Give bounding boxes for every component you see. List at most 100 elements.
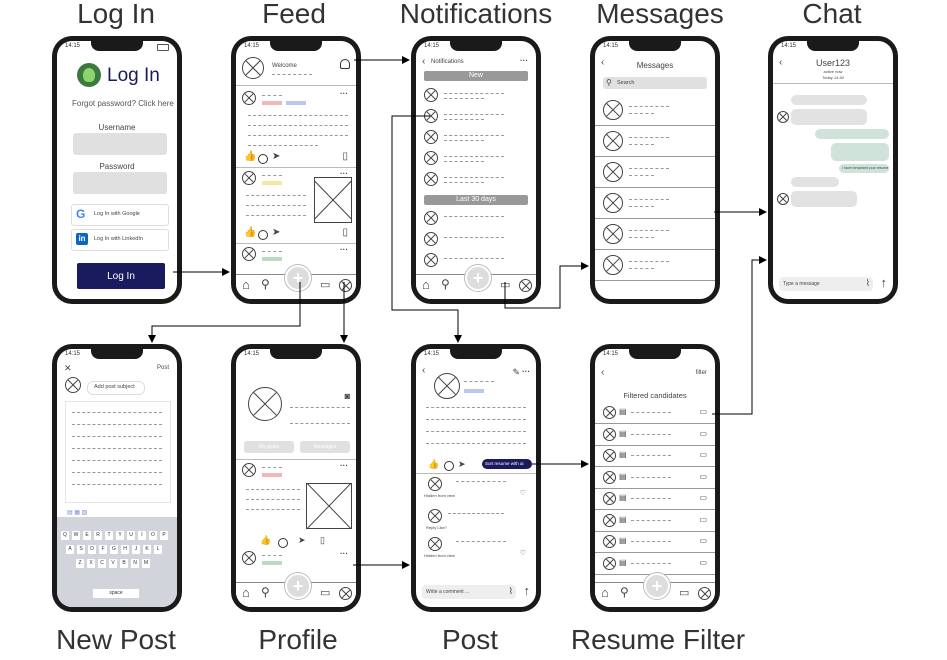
key-e[interactable]: E [83, 531, 91, 540]
candidate-row[interactable]: ▤ ▭ [595, 489, 715, 510]
candidate-row[interactable]: ▤ ▭ [595, 446, 715, 467]
more-icon[interactable]: ··· [340, 245, 348, 254]
login-button[interactable]: Log In [77, 263, 165, 289]
my-posts-button[interactable]: My posts [244, 441, 294, 453]
key-i[interactable]: I [138, 531, 146, 540]
message-candidate-icon[interactable]: ▭ [699, 493, 707, 502]
message-candidate-icon[interactable]: ▭ [699, 536, 707, 545]
key-t[interactable]: T [105, 531, 113, 540]
chat-icon[interactable]: ▭ [500, 278, 510, 291]
search-icon[interactable]: ⚲ [620, 585, 629, 599]
more-icon[interactable]: ··· [522, 367, 530, 376]
candidate-row[interactable]: ▤ ▭ [595, 425, 715, 446]
message-row[interactable] [595, 250, 715, 281]
profile-icon[interactable] [698, 587, 711, 600]
post-body-textarea[interactable] [65, 401, 171, 503]
google-login-button[interactable]: G Log In with Google [71, 204, 169, 226]
key-f[interactable]: F [99, 545, 107, 554]
attach-icon[interactable]: ⌇ [509, 586, 513, 597]
share-icon[interactable]: ➤ [298, 535, 306, 546]
message-input[interactable]: Type a message ⌇ [779, 277, 873, 291]
candidate-row[interactable]: ▤ ▭ [595, 532, 715, 553]
back-icon[interactable]: ‹ [422, 365, 425, 376]
resume-icon[interactable]: ▤ [619, 515, 627, 524]
key-u[interactable]: U [127, 531, 135, 540]
key-a[interactable]: A [66, 545, 74, 554]
profile-icon[interactable] [519, 279, 532, 292]
sort-resume-button[interactable]: Sort resume with ai [482, 459, 532, 469]
key-z[interactable]: Z [76, 559, 84, 568]
messages-button[interactable]: Messages [300, 441, 350, 453]
key-j[interactable]: J [132, 545, 140, 554]
comment-input[interactable]: Write a comment ... ⌇ [422, 585, 516, 599]
resume-icon[interactable]: ▤ [619, 536, 627, 545]
attach-icon[interactable]: ⌇ [866, 278, 870, 289]
linkedin-login-button[interactable]: in Log In with LinkedIn [71, 229, 169, 251]
key-w[interactable]: W [72, 531, 80, 540]
key-d[interactable]: D [88, 545, 96, 554]
comment-icon[interactable] [258, 230, 268, 240]
message-row[interactable] [595, 219, 715, 250]
key-n[interactable]: N [131, 559, 139, 568]
space-key[interactable]: space [93, 589, 139, 598]
more-icon[interactable]: ··· [340, 461, 348, 470]
message-row[interactable] [595, 126, 715, 157]
home-icon[interactable]: ⌂ [242, 277, 250, 292]
add-post-button[interactable] [465, 265, 491, 291]
key-s[interactable]: S [77, 545, 85, 554]
home-icon[interactable]: ⌂ [601, 585, 609, 600]
message-candidate-icon[interactable]: ▭ [699, 429, 707, 438]
send-icon[interactable]: ↑ [524, 583, 531, 598]
add-post-button[interactable] [285, 265, 311, 291]
key-o[interactable]: O [149, 531, 157, 540]
heart-icon[interactable]: ♡ [520, 489, 526, 497]
bell-icon[interactable] [340, 59, 350, 69]
add-post-button[interactable] [644, 573, 670, 599]
bookmark-icon[interactable]: ▯ [342, 227, 348, 238]
message-row[interactable] [595, 157, 715, 188]
send-icon[interactable]: ↑ [881, 275, 888, 290]
key-x[interactable]: X [87, 559, 95, 568]
like-icon[interactable]: 👍 [244, 151, 256, 162]
more-icon[interactable]: ··· [340, 89, 348, 98]
profile-avatar[interactable] [248, 387, 282, 421]
key-y[interactable]: Y [116, 531, 124, 540]
key-b[interactable]: B [120, 559, 128, 568]
key-r[interactable]: R [94, 531, 102, 540]
key-p[interactable]: P [160, 531, 168, 540]
bookmark-icon[interactable]: ▯ [342, 151, 348, 162]
user-avatar[interactable] [242, 57, 264, 79]
message-candidate-icon[interactable]: ▭ [699, 558, 707, 567]
bookmark-icon[interactable]: ▯ [320, 535, 325, 546]
share-icon[interactable]: ➤ [272, 151, 280, 162]
key-h[interactable]: H [121, 545, 129, 554]
heart-icon[interactable]: ♡ [520, 549, 526, 557]
like-icon[interactable]: 👍 [244, 227, 256, 238]
username-field[interactable] [73, 133, 167, 155]
key-c[interactable]: C [98, 559, 106, 568]
back-icon[interactable]: ‹ [601, 367, 604, 378]
message-candidate-icon[interactable]: ▭ [699, 450, 707, 459]
add-post-button[interactable] [285, 573, 311, 599]
message-candidate-icon[interactable]: ▭ [699, 407, 707, 416]
search-icon[interactable]: ⚲ [261, 277, 270, 291]
edit-icon[interactable]: ✎ [512, 367, 520, 378]
subject-input[interactable]: Add post subject [87, 381, 145, 395]
message-candidate-icon[interactable]: ▭ [699, 472, 707, 481]
comment-icon[interactable] [444, 461, 454, 471]
message-row[interactable] [595, 95, 715, 126]
candidate-row[interactable]: ▤ ▭ [595, 468, 715, 489]
resume-icon[interactable]: ▤ [619, 407, 627, 416]
search-input[interactable]: ⚲ Search [603, 77, 707, 89]
profile-icon[interactable] [339, 587, 352, 600]
resume-icon[interactable]: ▤ [619, 493, 627, 502]
password-field[interactable] [73, 172, 167, 194]
post-image[interactable] [306, 483, 352, 529]
format-icon[interactable]: ▤ ▦ ▧ [67, 509, 87, 516]
search-icon[interactable]: ⚲ [441, 277, 450, 291]
key-k[interactable]: K [143, 545, 151, 554]
resume-icon[interactable]: ▤ [619, 558, 627, 567]
resume-icon[interactable]: ▤ [619, 429, 627, 438]
like-icon[interactable]: 👍 [428, 459, 439, 470]
close-icon[interactable]: ✕ [64, 363, 72, 374]
